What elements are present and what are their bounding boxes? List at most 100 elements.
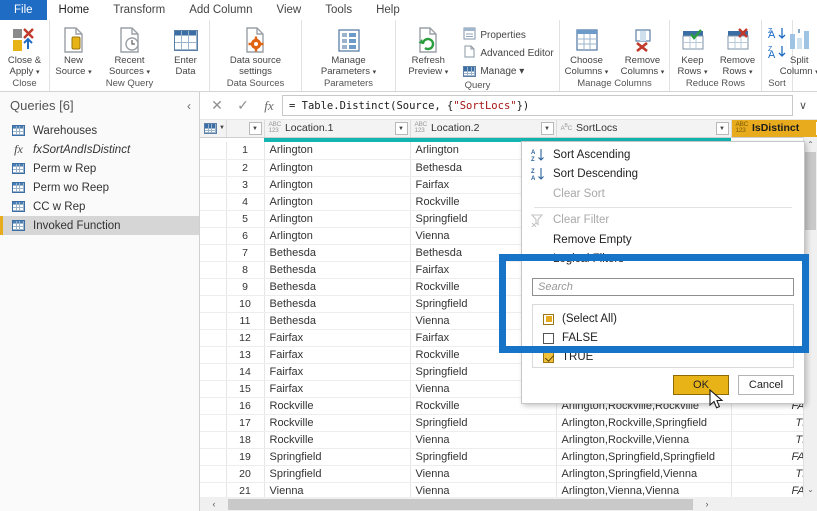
choose-columns-label: Choose Columns ▾ — [564, 55, 609, 77]
checkbox-unchecked-icon[interactable] — [543, 332, 554, 344]
menu-item-transform[interactable]: Transform — [101, 0, 177, 20]
sidebar-item-fxsortandisdistinct[interactable]: fx fxSortAndIsDistinct — [0, 140, 199, 159]
column-filter-icon-location2[interactable]: ▼ — [540, 122, 554, 135]
ribbon-group-label-new-query: New Query — [105, 78, 154, 89]
horizontal-scrollbar[interactable]: ‹ › — [200, 497, 817, 511]
close-and-apply-label: Close & Apply ▾ — [7, 55, 42, 77]
ribbon-group-data-sources: Data source settings Data Sources — [210, 20, 302, 91]
row-select-cell — [200, 159, 227, 177]
sidebar-item-perm-wo-reep[interactable]: Perm wo Reep — [0, 178, 199, 197]
row-select-cell — [200, 312, 227, 330]
ribbon-group-reduce-rows: Keep Rows ▾ Remove Rows ▾ Reduce Rows — [670, 20, 762, 91]
new-source-button[interactable]: New Source ▾ — [46, 24, 102, 78]
properties-button[interactable]: Properties — [459, 26, 557, 44]
ribbon-group-new-query: New Source ▾ Recent Sources ▾ Enter Data… — [50, 20, 210, 91]
filter-option-false[interactable]: FALSE — [533, 329, 793, 348]
column-header-isdistinct[interactable]: ABC123 IsDistinct ▼ — [731, 120, 817, 138]
menu-item-help[interactable]: Help — [364, 0, 412, 20]
row-number: 19 — [226, 448, 265, 466]
cell-sortlocs: Arlington,Springfield,Springfield — [556, 448, 732, 466]
cancel-button[interactable]: Cancel — [738, 374, 794, 395]
ribbon-group-label-manage-columns: Manage Columns — [577, 78, 652, 89]
select-all-columns-button[interactable]: ▼ — [200, 120, 227, 138]
formula-cancel-icon[interactable]: ✕ — [204, 95, 230, 117]
checkbox-partial-icon[interactable] — [543, 313, 554, 325]
menu-item-home[interactable]: Home — [47, 0, 102, 20]
ribbon-group-label-reduce-rows: Reduce Rows — [685, 78, 746, 89]
column-header-location1[interactable]: ABC 123 Location.1 ▼ — [264, 120, 411, 138]
menu-item-add-column[interactable]: Add Column — [177, 0, 264, 20]
menu-item-label: Clear Sort — [553, 187, 605, 200]
table-row[interactable]: 19 Springfield Springfield Arlington,Spring… — [200, 448, 817, 466]
menu-item-sort-descending[interactable]: ZA Sort Descending — [522, 165, 804, 185]
new-source-icon — [61, 26, 87, 54]
vertical-scrollbar[interactable]: ⌃ ⌄ — [803, 137, 817, 497]
column-filter-icon-sortlocs[interactable]: ▼ — [715, 122, 729, 135]
row-number: 7 — [226, 244, 265, 262]
formula-fx-icon[interactable]: fx — [256, 95, 282, 117]
remove-rows-label: Remove Rows ▾ — [719, 55, 756, 77]
refresh-preview-label: Refresh Preview ▾ — [408, 55, 449, 77]
row-index-filter-icon[interactable]: ▼ — [248, 122, 262, 135]
table-row[interactable]: 18 Rockville Vienna Arlington,Rockville,Vie… — [200, 431, 817, 449]
abc-text-icon: ABC — [560, 123, 573, 133]
sidebar-item-invoked-function[interactable]: Invoked Function — [0, 216, 199, 235]
sidebar-item-perm-w-rep[interactable]: Perm w Rep — [0, 159, 199, 178]
checkbox-checked-icon[interactable] — [543, 351, 554, 363]
menu-item-tools[interactable]: Tools — [313, 0, 364, 20]
row-select-cell — [200, 278, 227, 296]
remove-columns-button[interactable]: Remove Columns ▾ — [615, 24, 671, 78]
cell-location1: Bethesda — [264, 244, 411, 262]
split-column-button[interactable]: SplitColumn ▾ — [776, 24, 817, 78]
manage-parameters-button[interactable]: Manage Parameters ▾ — [306, 24, 392, 78]
table-row[interactable]: 20 Springfield Vienna Arlington,Springfield… — [200, 465, 817, 483]
enter-data-button[interactable]: Enter Data — [158, 24, 214, 77]
menu-item-label: Sort Ascending — [553, 148, 631, 161]
abc123-icon: ABC 123 — [414, 120, 428, 135]
menu-separator — [534, 206, 792, 208]
scroll-right-icon[interactable]: › — [693, 499, 721, 509]
column-header-sortlocs[interactable]: ABC SortLocs ▼ — [556, 120, 732, 138]
formula-expand-icon[interactable]: ∨ — [793, 99, 813, 112]
formula-accept-icon[interactable]: ✓ — [230, 95, 256, 117]
cell-location1: Springfield — [264, 448, 411, 466]
sidebar-item-warehouses[interactable]: Warehouses — [0, 121, 199, 140]
refresh-preview-button[interactable]: Refresh Preview ▾ — [397, 24, 459, 78]
column-header-location2[interactable]: ABC 123 Location.2 ▼ — [410, 120, 557, 138]
manage-button[interactable]: Manage ▾ — [459, 62, 557, 80]
menu-item-logical-filters[interactable]: Logical Filters ▸ — [522, 249, 804, 269]
keep-rows-button[interactable]: Keep Rows ▾ — [671, 24, 715, 78]
choose-columns-button[interactable]: Choose Columns ▾ — [559, 24, 615, 78]
scroll-left-icon[interactable]: ‹ — [200, 499, 228, 509]
ribbon-group-label-close: Close — [12, 78, 37, 89]
menu-item-label: Sort Descending — [553, 168, 639, 181]
formula-input[interactable]: = Table.Distinct(Source, {"SortLocs"}) — [282, 95, 793, 116]
column-filter-icon-location1[interactable]: ▼ — [394, 122, 408, 135]
scroll-down-icon[interactable]: ⌄ — [807, 482, 814, 497]
filter-option-true[interactable]: TRUE — [533, 348, 793, 367]
formula-bar: ✕ ✓ fx = Table.Distinct(Source, {"SortLo… — [200, 92, 817, 119]
filter-search-input[interactable]: Search — [532, 277, 794, 296]
data-source-settings-button[interactable]: Data source settings — [214, 24, 298, 77]
recent-sources-button[interactable]: Recent Sources ▾ — [102, 24, 158, 78]
row-select-cell — [200, 431, 227, 449]
menu-item-remove-empty[interactable]: Remove Empty — [522, 230, 804, 250]
cell-location1: Fairfax — [264, 363, 411, 381]
remove-rows-button[interactable]: Remove Rows ▾ — [715, 24, 761, 78]
menu-item-label: Logical Filters — [553, 253, 624, 266]
row-select-cell — [200, 176, 227, 194]
collapse-queries-icon[interactable]: ‹ — [187, 99, 191, 113]
advanced-editor-button[interactable]: Advanced Editor — [459, 44, 557, 62]
table-row[interactable]: 17 Rockville Springfield Arlington,Rockvill… — [200, 414, 817, 432]
clear-filter-icon — [530, 214, 545, 227]
menu-item-file[interactable]: File — [0, 0, 47, 20]
abc123-icon: ABC 123 — [735, 120, 749, 135]
horizontal-scroll-thumb[interactable] — [228, 498, 693, 510]
sidebar-item-cc-w-rep[interactable]: CC w Rep — [0, 197, 199, 216]
menu-item-sort-ascending[interactable]: AZ Sort Ascending — [522, 145, 804, 165]
vertical-scroll-thumb[interactable] — [805, 152, 816, 230]
cell-location1: Arlington — [264, 193, 411, 211]
scroll-up-icon[interactable]: ⌃ — [807, 137, 814, 152]
menu-item-view[interactable]: View — [265, 0, 314, 20]
filter-option-select-all[interactable]: (Select All) — [533, 310, 793, 329]
